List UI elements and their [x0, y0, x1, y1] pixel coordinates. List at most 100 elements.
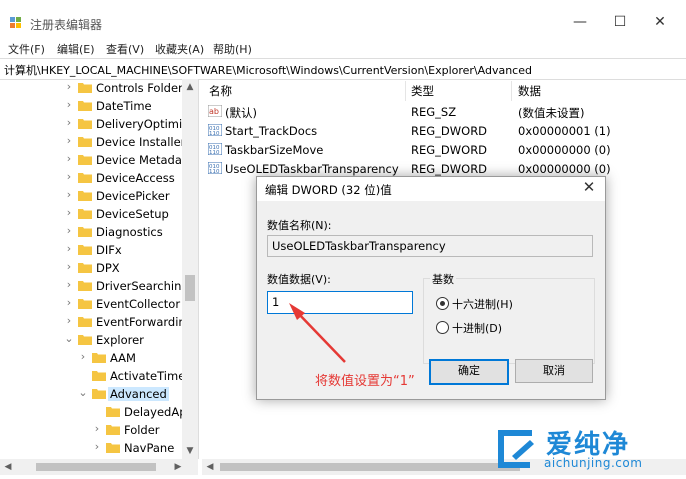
tree-item[interactable]: ⌄ Explorer: [0, 331, 190, 349]
tree-item-label[interactable]: DelayedAp: [124, 405, 187, 419]
radio-dec-label[interactable]: 十进制(D): [452, 320, 502, 336]
tree-item[interactable]: › Diagnostics: [0, 223, 190, 241]
tree-item[interactable]: › DeliveryOptimiza: [0, 115, 195, 133]
menu-help[interactable]: 帮助(H): [213, 41, 252, 57]
tree-item-label[interactable]: ActivateTimec: [110, 369, 192, 383]
scroll-thumb[interactable]: [185, 275, 195, 301]
chevron-right-icon[interactable]: ›: [78, 351, 88, 363]
chevron-right-icon[interactable]: ›: [64, 207, 74, 219]
tree-item-label[interactable]: DeviceSetup: [96, 207, 169, 221]
scroll-down-icon[interactable]: ▼: [182, 443, 198, 459]
tree-item-label[interactable]: DeliveryOptimiza: [96, 117, 195, 131]
tree-item[interactable]: › DriverSearching: [0, 277, 190, 295]
menu-bar: 文件(F) 编辑(E) 查看(V) 收藏夹(A) 帮助(H): [0, 40, 686, 58]
chevron-right-icon[interactable]: ›: [64, 135, 74, 147]
chevron-down-icon[interactable]: ⌄: [78, 387, 88, 399]
tree-item[interactable]: › Folder: [0, 421, 190, 439]
chevron-right-icon[interactable]: ›: [64, 117, 74, 129]
column-type[interactable]: 类型: [411, 83, 434, 99]
value-row[interactable]: 010 110 TaskbarSizeMove REG_DWORD 0x00000000…: [205, 140, 685, 159]
tree-item[interactable]: › DeviceAccess: [0, 169, 190, 187]
chevron-right-icon[interactable]: ›: [64, 189, 74, 201]
chevron-down-icon[interactable]: ⌄: [64, 333, 74, 345]
tree-item-label[interactable]: Device Installer: [96, 135, 185, 149]
chevron-right-icon[interactable]: ›: [64, 171, 74, 183]
close-button[interactable]: ✕: [645, 12, 675, 32]
scroll-thumb[interactable]: [36, 463, 156, 471]
tree-item-label[interactable]: DeviceAccess: [96, 171, 175, 185]
menu-favorites[interactable]: 收藏夹(A): [155, 41, 204, 57]
tree-horizontal-scrollbar[interactable]: ◀ ▶: [0, 459, 198, 475]
tree-item[interactable]: › DIFx: [0, 241, 190, 259]
column-divider[interactable]: [405, 81, 406, 101]
chevron-right-icon[interactable]: ›: [64, 153, 74, 165]
chevron-right-icon[interactable]: ›: [92, 423, 102, 435]
maximize-button[interactable]: ☐: [605, 12, 635, 32]
tree-item-label[interactable]: EventCollector: [96, 297, 180, 311]
scroll-thumb[interactable]: [220, 463, 520, 471]
registry-tree[interactable]: › Controls Folder › DateTime › DeliveryOptimi…: [0, 79, 199, 459]
chevron-right-icon[interactable]: ›: [64, 81, 74, 93]
tree-item[interactable]: › NavPane: [0, 439, 190, 457]
tree-item-label[interactable]: EventForwarding: [96, 315, 193, 329]
menu-view[interactable]: 查看(V): [106, 41, 144, 57]
chevron-right-icon[interactable]: ›: [64, 315, 74, 327]
tree-item-label[interactable]: DPX: [96, 261, 120, 275]
tree-item-label[interactable]: Folder: [124, 423, 160, 437]
tree-item-label[interactable]: NavPane: [124, 441, 174, 455]
chevron-right-icon[interactable]: ›: [64, 279, 74, 291]
chevron-right-icon[interactable]: ›: [64, 99, 74, 111]
tree-item[interactable]: › AAM: [0, 349, 190, 367]
chevron-right-icon[interactable]: ›: [64, 243, 74, 255]
menu-edit[interactable]: 编辑(E): [57, 41, 95, 57]
tree-item-label[interactable]: Device Metadata: [96, 153, 193, 167]
tree-item[interactable]: ActivateTimec: [0, 367, 192, 385]
tree-item[interactable]: DelayedAp: [0, 403, 190, 421]
dialog-close-button[interactable]: ✕: [579, 178, 599, 196]
scroll-left-icon[interactable]: ◀: [202, 459, 218, 475]
radio-button[interactable]: [436, 297, 449, 310]
scroll-left-icon[interactable]: ◀: [0, 459, 16, 475]
column-divider[interactable]: [511, 81, 512, 101]
scroll-right-icon[interactable]: ▶: [170, 459, 186, 475]
value-row[interactable]: ab (默认) REG_SZ (数值未设置): [205, 102, 685, 121]
value-row[interactable]: 010 110 Start_TrackDocs REG_DWORD 0x00000001…: [205, 121, 685, 140]
tree-item-label[interactable]: DateTime: [96, 99, 152, 113]
chevron-right-icon[interactable]: ›: [64, 297, 74, 309]
column-name[interactable]: 名称: [209, 83, 232, 99]
chevron-right-icon[interactable]: ›: [64, 261, 74, 273]
tree-item[interactable]: › Device Installer: [0, 133, 190, 151]
tree-item[interactable]: › DPX: [0, 259, 190, 277]
tree-item[interactable]: › EventCollector: [0, 295, 190, 313]
chevron-right-icon[interactable]: ›: [64, 225, 74, 237]
tree-item[interactable]: › Device Metadata: [0, 151, 194, 169]
tree-item[interactable]: › EventForwarding: [0, 313, 193, 331]
tree-item[interactable]: › DeviceSetup: [0, 205, 190, 223]
chevron-right-icon[interactable]: ›: [92, 441, 102, 453]
tree-item-label[interactable]: Explorer: [96, 333, 144, 347]
tree-vertical-scrollbar[interactable]: ▲ ▼: [182, 79, 198, 459]
radio-hex-label[interactable]: 十六进制(H): [452, 296, 513, 312]
address-path[interactable]: 计算机\HKEY_LOCAL_MACHINE\SOFTWARE\Microsof…: [4, 62, 532, 78]
tree-item[interactable]: ⌄ Advanced: [0, 385, 190, 403]
ok-button[interactable]: 确定: [429, 359, 509, 385]
cancel-button[interactable]: 取消: [515, 359, 593, 383]
value-data-input[interactable]: 1: [267, 291, 413, 314]
tree-item[interactable]: › DateTime: [0, 97, 190, 115]
tree-item-label[interactable]: Diagnostics: [96, 225, 163, 239]
address-bar[interactable]: 计算机\HKEY_LOCAL_MACHINE\SOFTWARE\Microsof…: [0, 58, 686, 80]
minimize-button[interactable]: —: [565, 12, 595, 32]
tree-item-label[interactable]: DriverSearching: [96, 279, 189, 293]
radio-button[interactable]: [436, 321, 449, 334]
tree-item-label[interactable]: Advanced: [108, 387, 169, 401]
tree-item[interactable]: › DevicePicker: [0, 187, 190, 205]
tree-item-label[interactable]: AAM: [110, 351, 136, 365]
tree-item-label[interactable]: DevicePicker: [96, 189, 170, 203]
column-data[interactable]: 数据: [518, 83, 541, 99]
tree-item-label[interactable]: DIFx: [96, 243, 122, 257]
tree-item[interactable]: › Controls Folder: [0, 79, 190, 97]
menu-file[interactable]: 文件(F): [8, 41, 45, 57]
tree-item-label[interactable]: Controls Folder: [96, 81, 183, 95]
value-data-text[interactable]: 1: [272, 295, 279, 309]
scroll-up-icon[interactable]: ▲: [182, 79, 198, 95]
